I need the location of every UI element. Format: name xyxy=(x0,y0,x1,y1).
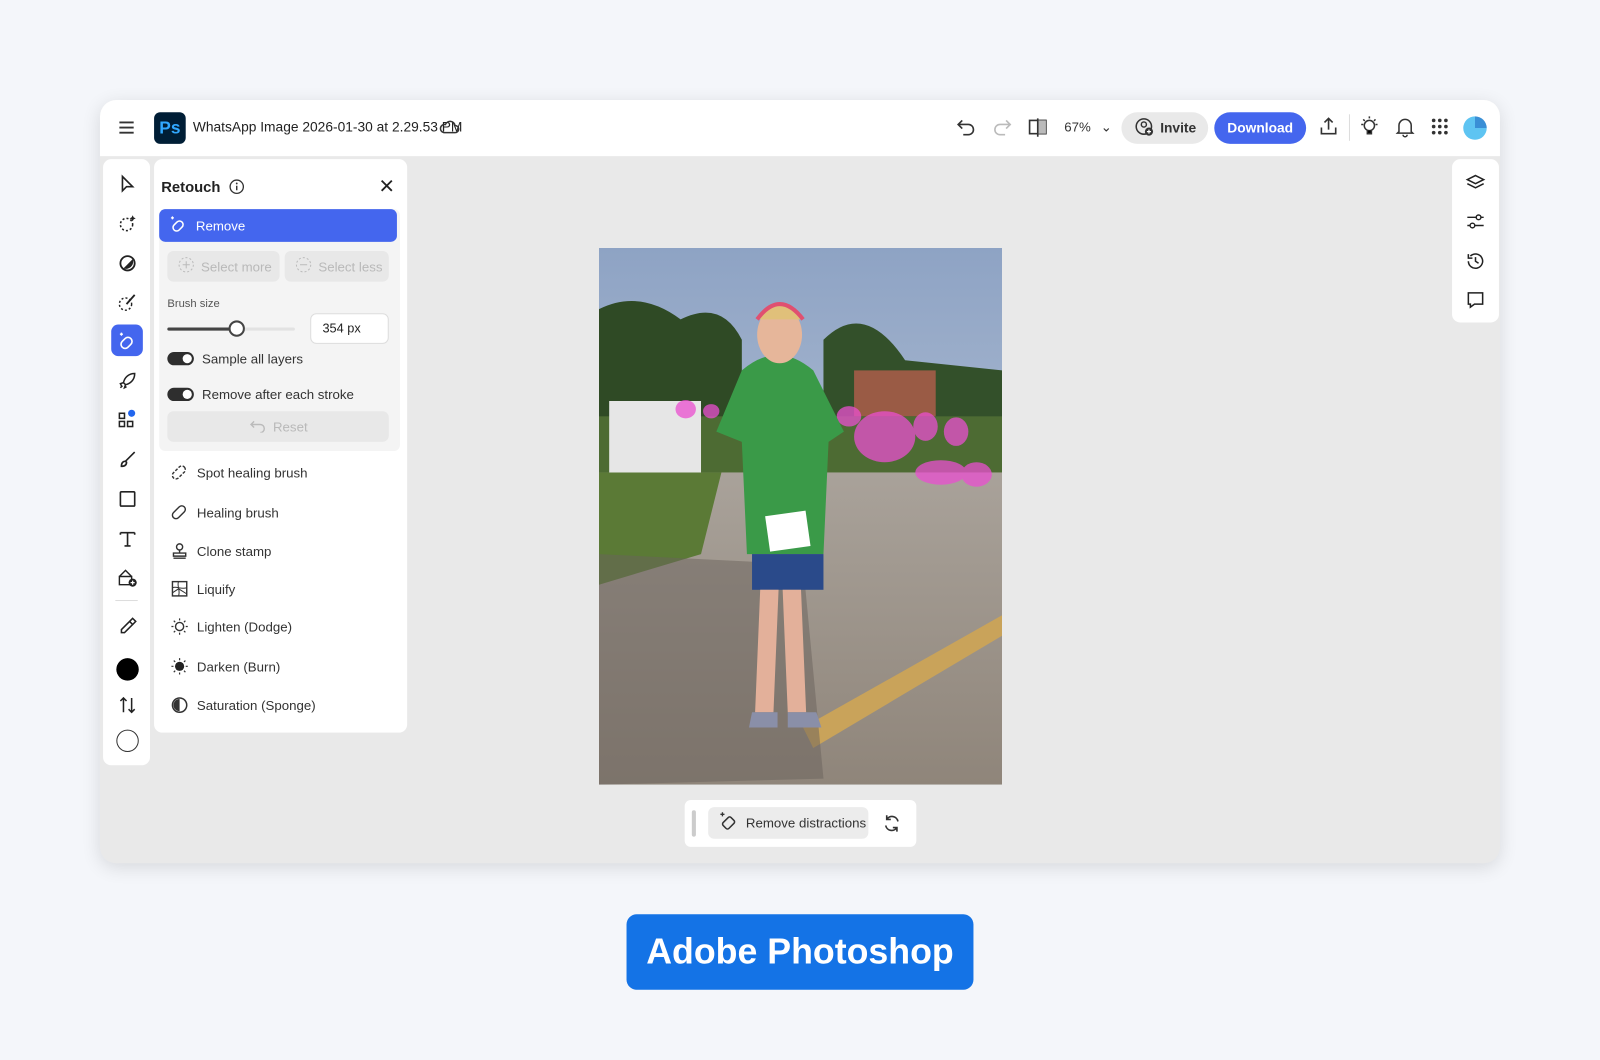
invite-label: Invite xyxy=(1160,120,1196,135)
refresh-icon[interactable] xyxy=(882,813,902,839)
sponge-icon xyxy=(170,696,188,714)
retouch-tool-icon[interactable] xyxy=(111,324,143,356)
retouch-panel: Retouch Remove Select more Select less B… xyxy=(154,159,407,732)
canvas-image[interactable] xyxy=(599,248,1002,785)
slider-fill xyxy=(167,328,236,331)
file-name[interactable]: WhatsApp Image 2026-01-30 at 2.29.53 PM xyxy=(193,119,463,134)
shape-rectangle-icon[interactable] xyxy=(111,483,143,515)
remove-tool-icon xyxy=(169,215,187,236)
redo-icon[interactable] xyxy=(991,115,1013,137)
brush-size-slider[interactable] xyxy=(167,328,295,331)
panel-title: Retouch xyxy=(161,180,220,196)
photoshop-window: Ps WhatsApp Image 2026-01-30 at 2.29.53 … xyxy=(100,100,1500,863)
remove-tool-button[interactable]: Remove xyxy=(159,209,397,242)
undo-icon[interactable] xyxy=(955,115,977,137)
bandage-icon xyxy=(170,503,188,521)
select-less-button[interactable]: Select less xyxy=(285,251,389,282)
add-user-icon xyxy=(1135,117,1154,139)
tool-label: Spot healing brush xyxy=(197,465,308,480)
brush-size-label: Brush size xyxy=(167,298,219,310)
slider-handle[interactable] xyxy=(228,320,244,336)
drag-handle[interactable] xyxy=(692,810,696,837)
tool-rail xyxy=(103,159,150,765)
tool-label: Saturation (Sponge) xyxy=(197,697,316,712)
info-icon[interactable] xyxy=(229,179,245,195)
remove-after-stroke-toggle[interactable] xyxy=(167,388,194,401)
remove-label: Remove xyxy=(196,218,245,233)
quick-select-icon[interactable] xyxy=(111,207,143,239)
tool-clone-stamp[interactable]: Clone stamp xyxy=(170,542,271,560)
tool-spot-healing-brush[interactable]: Spot healing brush xyxy=(170,463,307,481)
comments-icon[interactable] xyxy=(1465,290,1485,316)
divider xyxy=(115,600,137,601)
share-upload-icon[interactable] xyxy=(1317,115,1339,137)
download-button[interactable]: Download xyxy=(1214,112,1306,144)
tool-label: Darken (Burn) xyxy=(197,659,280,674)
undo-icon xyxy=(248,418,266,435)
swap-colors-icon[interactable] xyxy=(111,689,143,721)
zoom-level-value: 67% xyxy=(1064,119,1091,134)
remove-after-stroke-label: Remove after each stroke xyxy=(202,387,354,402)
compare-icon[interactable] xyxy=(1027,115,1049,137)
liquify-icon xyxy=(170,580,188,598)
sample-all-layers-label: Sample all layers xyxy=(202,351,303,366)
right-panel-rail xyxy=(1452,159,1499,322)
brush-icon[interactable] xyxy=(111,443,143,475)
brush-size-input[interactable]: 354 px xyxy=(310,313,389,344)
layers-icon[interactable] xyxy=(1465,172,1485,198)
tool-label: Clone stamp xyxy=(197,543,271,558)
add-image-icon[interactable] xyxy=(111,561,143,593)
tool-label: Healing brush xyxy=(197,505,279,520)
quick-actions-rocket-icon[interactable] xyxy=(111,364,143,396)
reset-button[interactable]: Reset xyxy=(167,411,388,442)
select-less-label: Select less xyxy=(318,259,382,274)
sample-all-layers-toggle[interactable] xyxy=(167,352,194,365)
select-more-button[interactable]: Select more xyxy=(167,251,279,282)
remove-tool-options: Remove Select more Select less Brush siz… xyxy=(159,209,400,451)
tool-darken-burn[interactable]: Darken (Burn) xyxy=(170,657,280,675)
stamp-icon xyxy=(170,542,188,560)
selection-brush-icon[interactable] xyxy=(111,286,143,318)
select-tool-icon[interactable] xyxy=(111,167,143,199)
eraser-sparkle-icon xyxy=(718,811,738,834)
sun-filled-icon xyxy=(170,657,188,675)
tool-label: Lighten (Dodge) xyxy=(197,619,292,634)
contextual-task-bar: Remove distractions xyxy=(685,800,917,847)
tool-label: Liquify xyxy=(197,581,235,596)
select-more-label: Select more xyxy=(201,259,272,274)
close-icon[interactable] xyxy=(380,179,394,193)
tool-liquify[interactable]: Liquify xyxy=(170,580,235,598)
lightbulb-icon[interactable] xyxy=(1358,115,1380,137)
invite-button[interactable]: Invite xyxy=(1121,112,1208,144)
tool-healing-brush[interactable]: Healing brush xyxy=(170,503,278,521)
adjustment-icon[interactable] xyxy=(111,247,143,279)
reset-label: Reset xyxy=(273,419,308,434)
zoom-level-select[interactable]: 67% ⌄ xyxy=(1064,119,1112,135)
foreground-color-swatch[interactable] xyxy=(111,653,143,685)
user-avatar[interactable] xyxy=(1463,116,1486,139)
chevron-down-icon: ⌄ xyxy=(1101,119,1112,134)
remove-distractions-button[interactable]: Remove distractions xyxy=(708,807,868,839)
eyedropper-icon[interactable] xyxy=(111,610,143,642)
sun-outline-icon xyxy=(170,617,188,635)
text-tool-icon[interactable] xyxy=(111,522,143,554)
hamburger-menu-icon[interactable] xyxy=(116,117,136,137)
tool-saturation-sponge[interactable]: Saturation (Sponge) xyxy=(170,696,315,714)
top-bar: Ps WhatsApp Image 2026-01-30 at 2.29.53 … xyxy=(100,100,1500,156)
cloud-icon[interactable] xyxy=(438,117,460,137)
adjustments-sliders-icon[interactable] xyxy=(1465,211,1485,237)
history-icon[interactable] xyxy=(1465,251,1485,277)
adobe-photoshop-banner: Adobe Photoshop xyxy=(627,914,974,990)
bell-icon[interactable] xyxy=(1394,115,1416,137)
spot-healing-icon xyxy=(170,463,188,481)
divider xyxy=(1349,114,1350,141)
add-ons-icon[interactable] xyxy=(111,403,143,435)
minus-circle-icon xyxy=(295,256,312,276)
tool-lighten-dodge[interactable]: Lighten (Dodge) xyxy=(170,617,292,635)
photoshop-logo: Ps xyxy=(154,112,186,144)
apps-grid-icon[interactable] xyxy=(1429,115,1451,137)
background-color-swatch[interactable] xyxy=(111,724,143,756)
remove-distractions-label: Remove distractions xyxy=(746,815,866,830)
plus-circle-icon xyxy=(178,256,195,276)
